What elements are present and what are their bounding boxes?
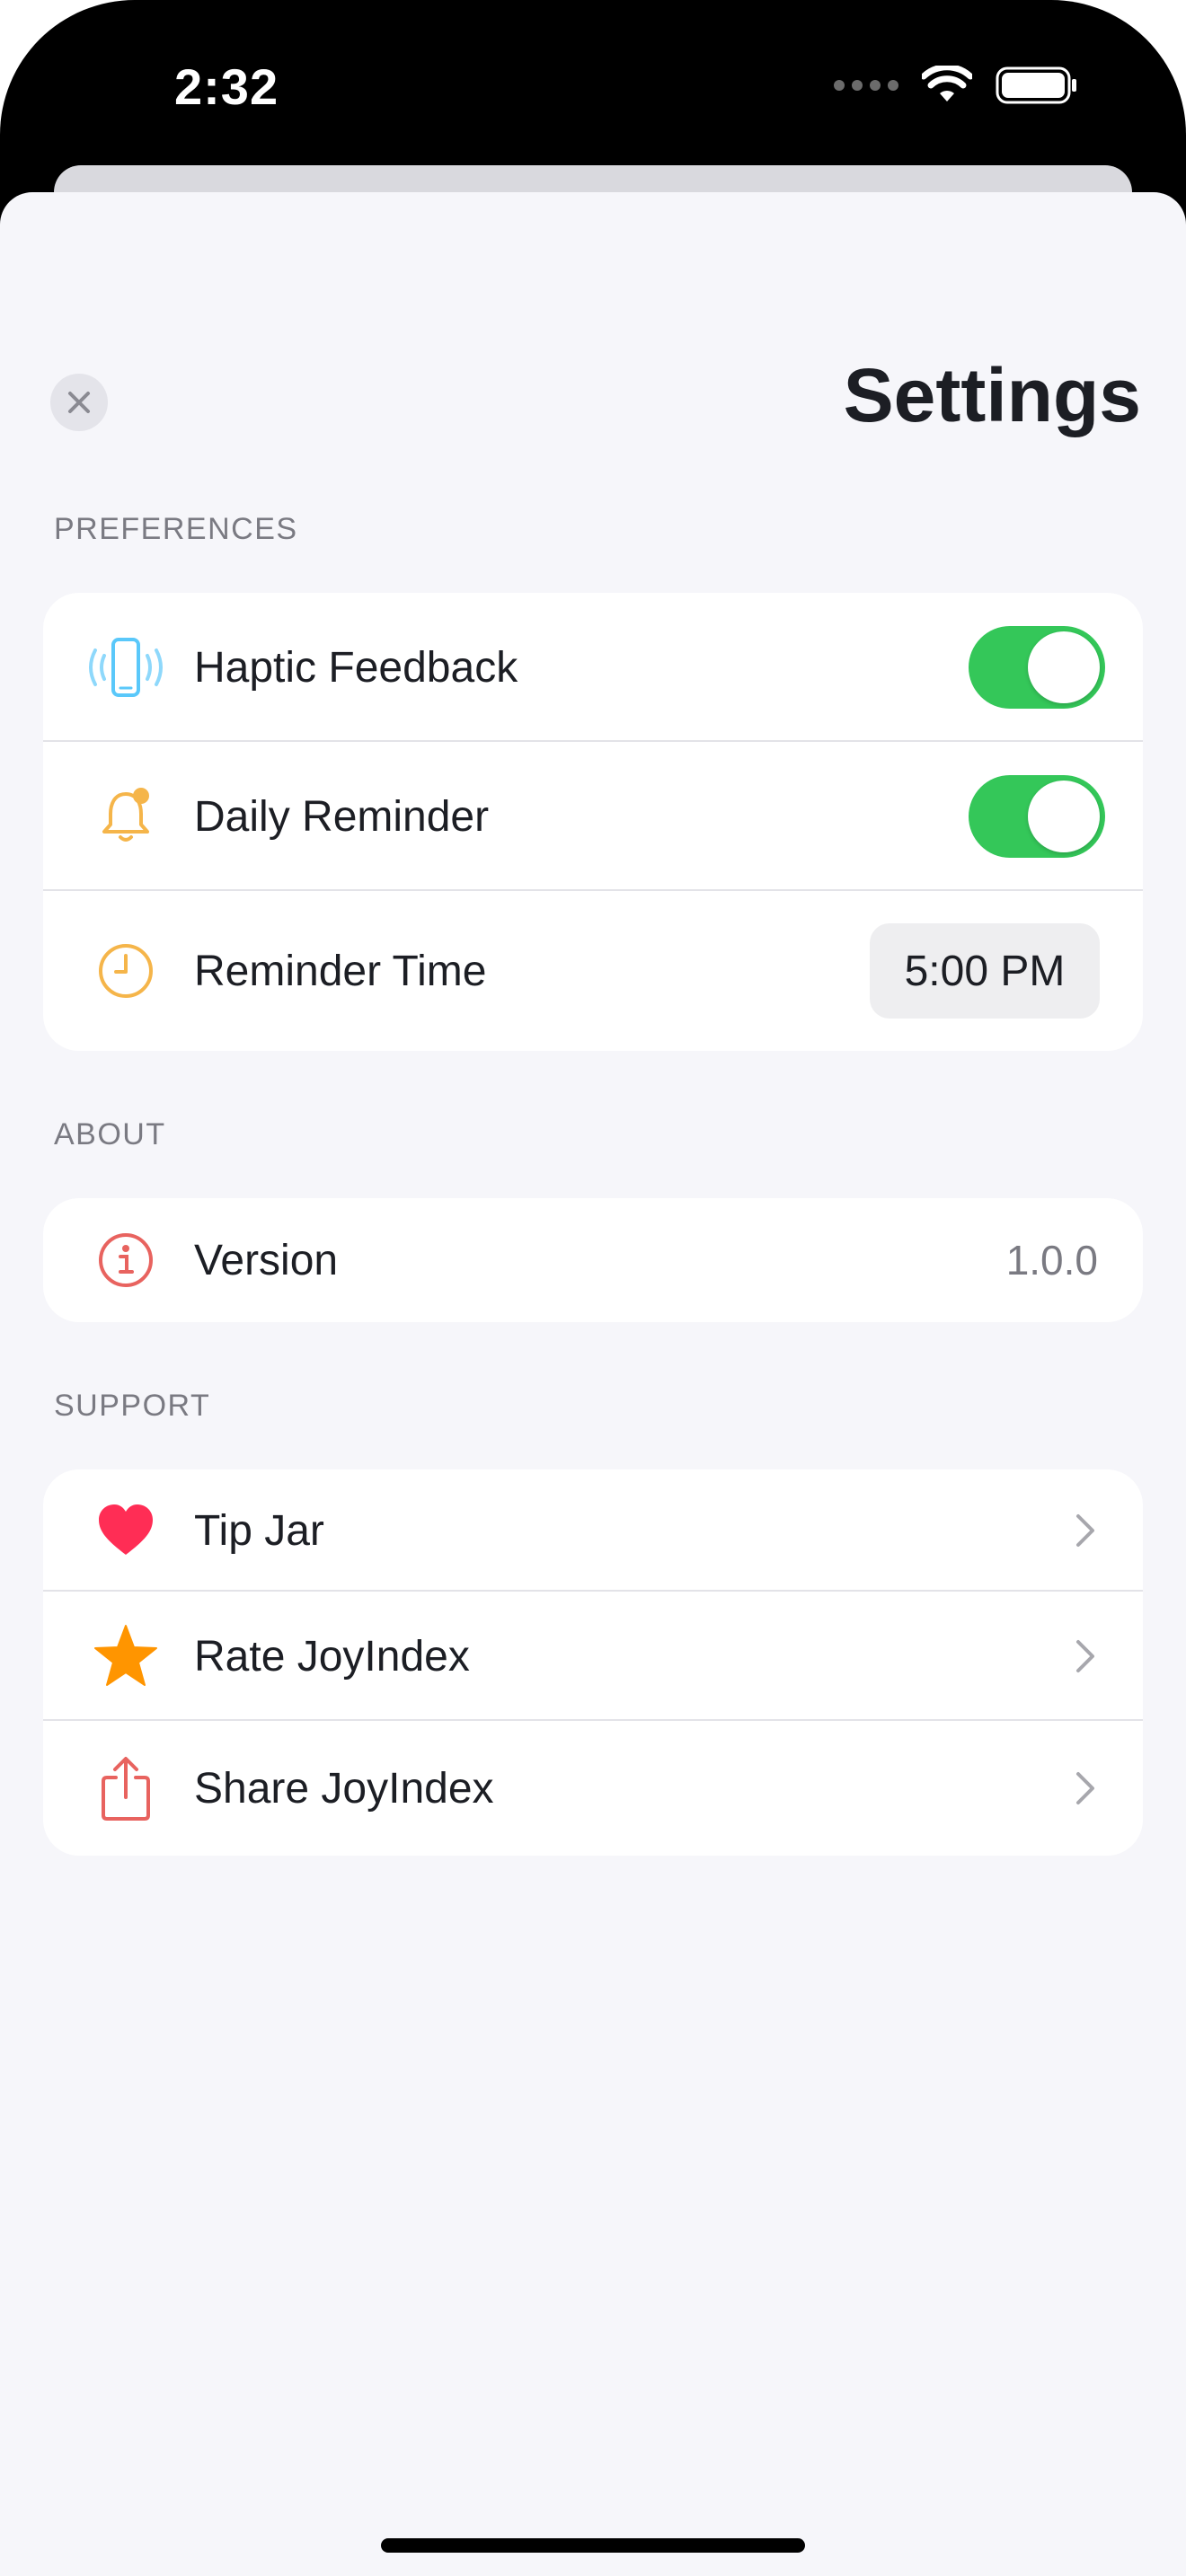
- preferences-card: Haptic Feedback Daily Reminder Reminder …: [43, 593, 1143, 1051]
- status-indicators: [834, 63, 1078, 108]
- tip-jar-row[interactable]: Tip Jar: [43, 1469, 1143, 1592]
- daily-reminder-label: Daily Reminder: [194, 792, 490, 841]
- cellular-dots-icon: [834, 80, 898, 91]
- info-icon: [83, 1217, 169, 1303]
- haptic-phone-icon: [83, 624, 169, 710]
- daily-reminder-row: Daily Reminder: [43, 742, 1143, 891]
- clock-icon: [83, 928, 169, 1014]
- share-icon: [83, 1745, 169, 1831]
- haptic-feedback-label: Haptic Feedback: [194, 643, 518, 692]
- wifi-icon: [922, 66, 972, 101]
- reminder-time-label: Reminder Time: [194, 947, 487, 995]
- haptic-feedback-toggle[interactable]: [969, 626, 1105, 709]
- device-frame: 2:32 Settings PREFERENCES Haptic Feedbac…: [0, 0, 1186, 2576]
- share-joyindex-row[interactable]: Share JoyIndex: [43, 1721, 1143, 1856]
- section-label-preferences: PREFERENCES: [54, 512, 298, 546]
- share-joyindex-label: Share JoyIndex: [194, 1764, 494, 1813]
- rate-joyindex-row[interactable]: Rate JoyIndex: [43, 1592, 1143, 1721]
- version-label: Version: [194, 1236, 339, 1284]
- bell-icon: [83, 773, 169, 860]
- settings-sheet: Settings PREFERENCES Haptic Feedback Dai…: [0, 192, 1186, 2576]
- daily-reminder-toggle[interactable]: [969, 775, 1105, 858]
- section-label-support: SUPPORT: [54, 1389, 211, 1423]
- section-label-about: ABOUT: [54, 1117, 166, 1151]
- chevron-right-icon: [1073, 1513, 1098, 1548]
- star-icon: [83, 1613, 169, 1699]
- haptic-feedback-row: Haptic Feedback: [43, 593, 1143, 742]
- rate-joyindex-label: Rate JoyIndex: [194, 1632, 470, 1681]
- page-title: Settings: [843, 353, 1141, 437]
- reminder-time-picker[interactable]: 5:00 PM: [870, 923, 1100, 1019]
- home-indicator[interactable]: [381, 2538, 805, 2553]
- status-time: 2:32: [174, 58, 279, 115]
- close-button[interactable]: [50, 374, 108, 431]
- tip-jar-label: Tip Jar: [194, 1506, 324, 1555]
- about-card: Version 1.0.0: [43, 1198, 1143, 1322]
- battery-icon: [996, 66, 1076, 104]
- support-card: Tip Jar Rate JoyIndex Share JoyIndex: [43, 1469, 1143, 1856]
- close-icon: [68, 392, 90, 413]
- version-row: Version 1.0.0: [43, 1198, 1143, 1322]
- chevron-right-icon: [1073, 1638, 1098, 1674]
- version-value: 1.0.0: [1005, 1237, 1098, 1284]
- reminder-time-row: Reminder Time 5:00 PM: [43, 891, 1143, 1051]
- heart-icon: [83, 1487, 169, 1574]
- chevron-right-icon: [1073, 1770, 1098, 1806]
